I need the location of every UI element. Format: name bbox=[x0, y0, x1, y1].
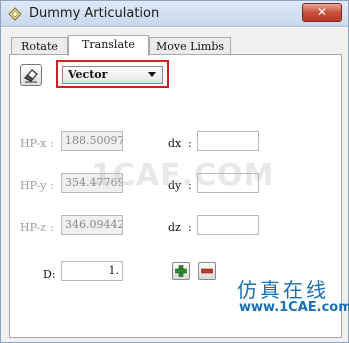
title-bar[interactable]: Dummy Articulation ✕ bbox=[1, 1, 348, 27]
tab-translate[interactable]: Translate bbox=[68, 35, 149, 56]
watermark-brand-url: www.1CAE.com bbox=[239, 300, 349, 315]
dz-field[interactable] bbox=[197, 215, 259, 235]
eraser-button[interactable] bbox=[20, 64, 42, 86]
hp-x-label: HP-x bbox=[20, 137, 47, 150]
increment-button[interactable] bbox=[172, 262, 190, 280]
close-button[interactable]: ✕ bbox=[302, 3, 342, 22]
hp-z-separator: : bbox=[50, 221, 54, 234]
hp-x-field[interactable]: 188.500977 bbox=[61, 131, 123, 151]
hp-y-label: HP-y bbox=[20, 179, 47, 192]
watermark-text: 1CAE.COM bbox=[91, 158, 275, 193]
dx-separator: : bbox=[188, 137, 192, 150]
plus-icon bbox=[175, 265, 187, 277]
tab-move-limbs[interactable]: Move Limbs bbox=[149, 37, 231, 55]
dx-field[interactable] bbox=[197, 131, 259, 151]
decrement-button[interactable] bbox=[198, 262, 216, 280]
d-label: D: bbox=[43, 268, 56, 281]
mode-select-highlight: Vector bbox=[56, 60, 169, 88]
eraser-icon bbox=[24, 69, 38, 83]
tab-rotate[interactable]: Rotate bbox=[11, 37, 68, 55]
mode-select[interactable]: Vector bbox=[62, 66, 163, 84]
dz-label: dz bbox=[168, 221, 181, 234]
window-title: Dummy Articulation bbox=[29, 6, 160, 21]
mode-select-value: Vector bbox=[68, 68, 108, 81]
chevron-down-icon bbox=[148, 72, 156, 77]
minus-icon bbox=[201, 268, 213, 274]
watermark-brand-cn: 仿真在线 bbox=[237, 278, 329, 302]
diamond-app-icon bbox=[6, 5, 24, 23]
dz-separator: : bbox=[188, 221, 192, 234]
d-field[interactable]: 1. bbox=[61, 261, 123, 281]
hp-x-separator: : bbox=[50, 137, 54, 150]
hp-z-field[interactable]: 346.094421 bbox=[61, 215, 123, 235]
hp-y-separator: : bbox=[50, 179, 54, 192]
dx-label: dx bbox=[168, 137, 182, 150]
hp-z-label: HP-z bbox=[20, 221, 46, 234]
dummy-articulation-window: Dummy Articulation ✕ Rotate Translate Mo… bbox=[0, 0, 349, 343]
